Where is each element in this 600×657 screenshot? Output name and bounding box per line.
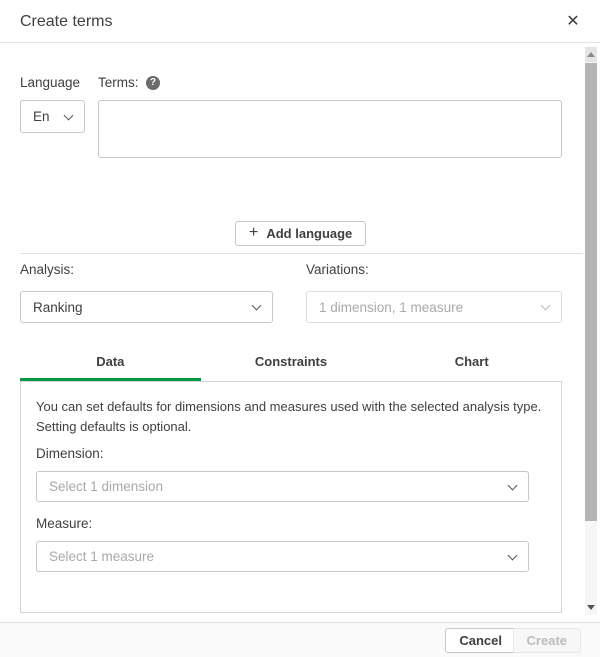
tab-chart[interactable]: Chart [381, 350, 562, 381]
arrow-up-icon [587, 52, 595, 57]
scrollbar-thumb[interactable] [585, 63, 597, 521]
variations-select-value: 1 dimension, 1 measure [319, 300, 463, 315]
close-button[interactable]: ✕ [558, 7, 588, 37]
dimension-select-placeholder: Select 1 dimension [49, 479, 163, 494]
help-icon[interactable]: ? [146, 76, 160, 90]
dialog-header: Create terms ✕ [0, 0, 600, 43]
chevron-down-icon [508, 480, 518, 490]
panel-description-line1: You can set defaults for dimensions and … [36, 399, 541, 414]
variations-label: Variations: [306, 262, 369, 277]
variations-select[interactable]: 1 dimension, 1 measure [306, 291, 562, 323]
scroll-down-button[interactable] [585, 600, 597, 615]
create-terms-dialog: Create terms ✕ Language Terms: ? En + Ad… [0, 0, 600, 657]
panel-description-line2: Setting defaults is optional. [36, 419, 191, 434]
dialog-title: Create terms [20, 0, 112, 43]
close-icon: ✕ [566, 13, 579, 30]
scroll-up-button[interactable] [585, 47, 597, 62]
dialog-footer: Cancel Create [0, 622, 600, 657]
chevron-down-icon [64, 110, 74, 120]
language-select-value: En [33, 109, 50, 124]
plus-icon: + [249, 225, 258, 241]
add-language-label: Add language [266, 226, 352, 241]
language-label: Language [20, 75, 80, 90]
cancel-button[interactable]: Cancel [445, 628, 516, 653]
measure-label: Measure: [36, 516, 92, 531]
analysis-select-value: Ranking [33, 300, 83, 315]
data-tab-panel: You can set defaults for dimensions and … [20, 381, 562, 613]
analysis-label: Analysis: [20, 262, 74, 277]
language-select[interactable]: En [20, 100, 85, 133]
chevron-down-icon [252, 301, 262, 311]
arrow-down-icon [587, 605, 595, 610]
analysis-select[interactable]: Ranking [20, 291, 273, 323]
section-divider [20, 253, 583, 254]
chevron-down-icon [541, 301, 551, 311]
add-language-button[interactable]: + Add language [235, 221, 366, 246]
dimension-label: Dimension: [36, 446, 104, 461]
tab-bar: Data Constraints Chart [20, 350, 562, 381]
tab-constraints[interactable]: Constraints [201, 350, 382, 381]
measure-select[interactable]: Select 1 measure [36, 541, 529, 572]
terms-textarea[interactable] [98, 100, 562, 158]
measure-select-placeholder: Select 1 measure [49, 549, 154, 564]
vertical-scrollbar[interactable] [585, 47, 597, 615]
terms-label: Terms: [98, 75, 139, 90]
chevron-down-icon [508, 550, 518, 560]
tab-data[interactable]: Data [20, 350, 201, 381]
dimension-select[interactable]: Select 1 dimension [36, 471, 529, 502]
create-button[interactable]: Create [513, 628, 581, 653]
